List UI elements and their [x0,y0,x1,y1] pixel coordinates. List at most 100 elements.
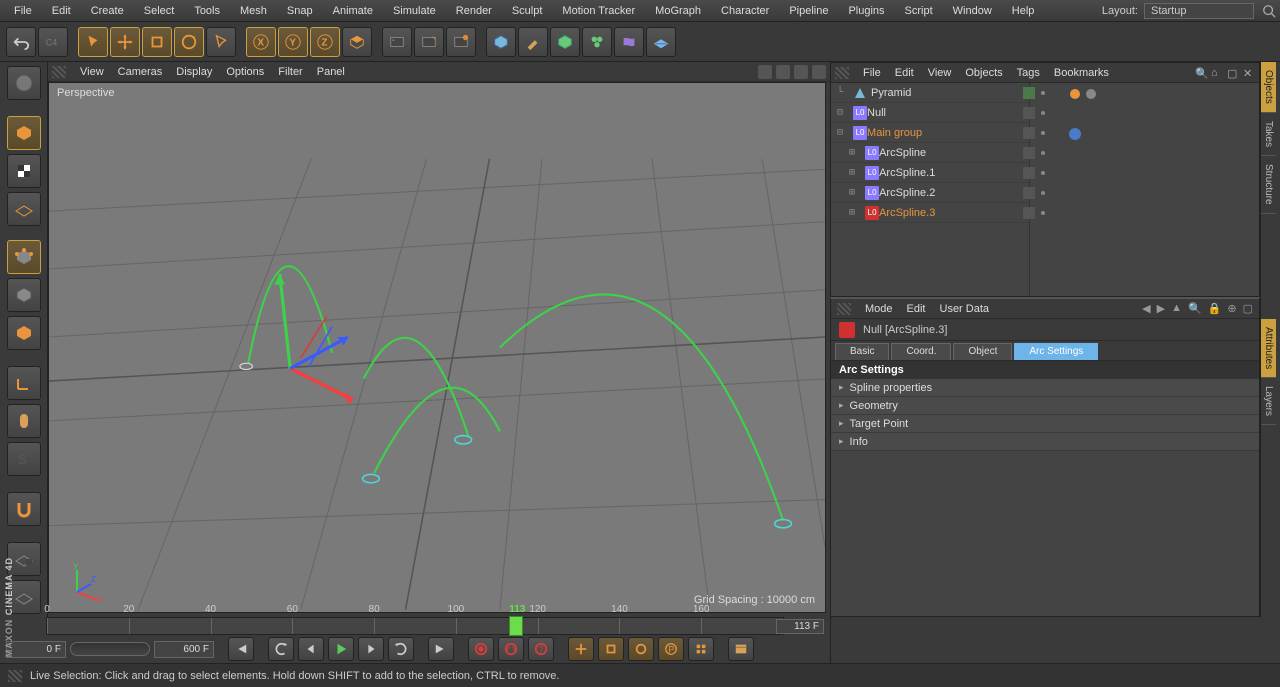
object-tree[interactable]: └ Pyramid ⊟ L0 Null ⊟ L0 Main [831,83,1259,296]
menu-create[interactable]: Create [81,2,134,20]
snap-button[interactable]: S [7,442,41,476]
vp-menu-panel[interactable]: Panel [317,66,345,78]
mouse-button[interactable] [7,404,41,438]
new-icon[interactable]: ⊕ [1227,302,1236,315]
next-frame-button[interactable] [358,637,384,661]
menu-snap[interactable]: Snap [277,2,323,20]
undo-button[interactable] [6,27,36,57]
autokey-button[interactable] [498,637,524,661]
layer-tag-icon[interactable]: L0 [853,126,867,140]
magnet-button[interactable] [7,492,41,526]
vp-nav-icon[interactable] [794,65,808,79]
layer-tag-icon[interactable]: L0 [865,166,879,180]
play-button[interactable] [328,637,354,661]
menu-motiontracker[interactable]: Motion Tracker [552,2,645,20]
object-name[interactable]: Null [867,107,886,119]
key-pla-button[interactable] [688,637,714,661]
end-frame-field[interactable] [154,641,214,658]
menu-animate[interactable]: Animate [323,2,383,20]
prev-frame-button[interactable] [298,637,324,661]
nav-fwd-icon[interactable]: ▶ [1157,302,1165,315]
tab-object[interactable]: Object [953,343,1012,360]
om-menu-file[interactable]: File [863,67,881,79]
timeline-playhead[interactable] [509,616,523,636]
rotate-tool[interactable] [174,27,204,57]
side-tab-layers[interactable]: Layers [1261,378,1276,425]
keyframe-sel-button[interactable]: ? [528,637,554,661]
maximize-icon[interactable]: ▢ [1243,302,1253,315]
grip-icon[interactable] [52,66,66,78]
display-tag-icon[interactable] [1068,87,1082,101]
array-button[interactable] [582,27,612,57]
vp-menu-view[interactable]: View [80,66,104,78]
visibility-dot-icon[interactable] [1023,87,1035,99]
render-dot-icon[interactable] [1037,87,1049,99]
menu-plugins[interactable]: Plugins [838,2,894,20]
layer-tag-icon[interactable]: L0 [865,186,879,200]
key-pos-button[interactable] [568,637,594,661]
menu-character[interactable]: Character [711,2,779,20]
grip-icon[interactable] [835,67,849,79]
vp-menu-cameras[interactable]: Cameras [118,66,163,78]
key-param-button[interactable]: P [658,637,684,661]
expander-info[interactable]: Info [831,433,1259,451]
search-icon[interactable]: 🔍 [1195,67,1207,79]
object-name[interactable]: ArcSpline [879,147,926,159]
menu-pipeline[interactable]: Pipeline [779,2,838,20]
record-button[interactable] [468,637,494,661]
key-scale-button[interactable] [598,637,624,661]
z-axis-button[interactable]: Z [310,27,340,57]
goto-end-button[interactable] [428,637,454,661]
render-queue-button[interactable] [446,27,476,57]
expander-target-point[interactable]: Target Point [831,415,1259,433]
deformer-button[interactable] [614,27,644,57]
menu-simulate[interactable]: Simulate [383,2,446,20]
menu-script[interactable]: Script [895,2,943,20]
menu-mograph[interactable]: MoGraph [645,2,711,20]
tab-coord[interactable]: Coord. [891,343,951,360]
object-name[interactable]: ArcSpline.1 [879,167,935,179]
object-name[interactable]: ArcSpline.2 [879,187,935,199]
make-editable-button[interactable] [7,66,41,100]
scale-tool[interactable] [142,27,172,57]
lasso-tool[interactable] [206,27,236,57]
pen-tool-button[interactable] [518,27,548,57]
menu-tools[interactable]: Tools [184,2,230,20]
lock-icon[interactable]: 🔒 [1208,302,1222,315]
vp-nav-icon[interactable] [758,65,772,79]
search-icon[interactable]: 🔍 [1188,302,1202,315]
floor-button[interactable] [646,27,676,57]
python-tag-icon[interactable] [1068,127,1082,141]
render-view-button[interactable] [382,27,412,57]
menu-help[interactable]: Help [1002,2,1045,20]
maximize-icon[interactable]: ▢ [1227,67,1239,79]
om-menu-objects[interactable]: Objects [965,67,1002,79]
vp-nav-icon[interactable] [776,65,790,79]
om-menu-bookmarks[interactable]: Bookmarks [1054,67,1109,79]
menu-file[interactable]: File [4,2,42,20]
side-tab-objects[interactable]: Objects [1261,62,1276,113]
move-tool[interactable] [110,27,140,57]
layer-tag-icon[interactable]: L0 [853,106,867,120]
python-tag-icon[interactable] [1084,87,1098,101]
object-name[interactable]: Pyramid [871,87,911,99]
am-menu-mode[interactable]: Mode [865,303,893,315]
object-name[interactable]: ArcSpline.3 [879,207,935,219]
menu-window[interactable]: Window [943,2,1002,20]
axis-button[interactable] [7,366,41,400]
am-menu-userdata[interactable]: User Data [940,303,990,315]
tab-basic[interactable]: Basic [835,343,889,360]
vp-menu-filter[interactable]: Filter [278,66,302,78]
y-axis-button[interactable]: Y [278,27,308,57]
next-key-button[interactable] [388,637,414,661]
render-settings-button[interactable] [414,27,444,57]
close-icon[interactable]: ✕ [1243,67,1255,79]
am-menu-edit[interactable]: Edit [907,303,926,315]
side-tab-structure[interactable]: Structure [1261,156,1276,214]
layer-tag-icon[interactable]: L0 [865,146,879,160]
start-frame-field[interactable] [6,641,66,658]
goto-start-button[interactable] [228,637,254,661]
om-menu-view[interactable]: View [928,67,952,79]
expander-geometry[interactable]: Geometry [831,397,1259,415]
coord-system-button[interactable] [342,27,372,57]
